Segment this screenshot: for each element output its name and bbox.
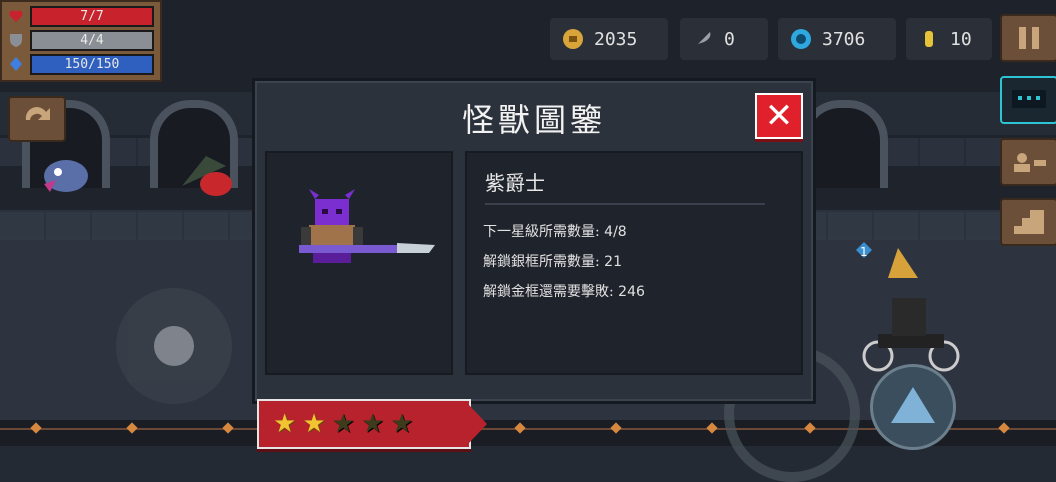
- movement-joystick[interactable]: [116, 288, 232, 404]
- row-value: 21: [604, 254, 622, 270]
- row-value: 246: [618, 284, 645, 300]
- feather-counter: 0: [680, 18, 768, 60]
- hp-bar: 7/7: [30, 6, 154, 27]
- monster-name: 紫爵士: [485, 171, 545, 195]
- hp-text: 7/7: [80, 9, 104, 24]
- row-value: 4/8: [604, 224, 627, 240]
- star-rating-ribbon: ★ ★ ★ ★ ★: [257, 399, 487, 449]
- gem-icon: [791, 29, 811, 49]
- row-label: 解鎖銀框所需數量:: [483, 254, 600, 270]
- skill-level-badge: 1: [860, 245, 868, 259]
- token-icon: [925, 31, 933, 47]
- token-value: 10: [950, 28, 972, 50]
- floor-ornament: [706, 422, 718, 434]
- star-icon: ★: [331, 409, 355, 439]
- heart-icon: [9, 10, 23, 22]
- purple-knight-sprite: [299, 189, 435, 263]
- fish-monster-sprite: [44, 160, 88, 192]
- feather-value: 0: [724, 28, 735, 50]
- star-icon: ★: [273, 409, 297, 439]
- energy-text: 150/150: [64, 57, 120, 72]
- player-character-sprite: 1: [856, 242, 960, 372]
- floor-ornament: [222, 422, 234, 434]
- row-label: 下一星級所需數量:: [483, 224, 600, 240]
- armor-bar: 4/4: [30, 30, 154, 51]
- swap-weapon-button[interactable]: [8, 96, 66, 142]
- chat-icon: [1012, 90, 1046, 108]
- floor-ornament: [126, 422, 138, 434]
- refresh-icon: [25, 107, 50, 120]
- energy-crystal-icon: [10, 57, 22, 71]
- close-icon: ✕: [764, 96, 794, 136]
- player-status-panel: 7/7 4/4 150/150: [0, 0, 162, 82]
- row-label: 解鎖金框還需要擊敗:: [483, 284, 614, 300]
- joystick-knob[interactable]: [154, 326, 194, 366]
- floor-ornament: [610, 422, 622, 434]
- gem-counter: 3706: [778, 18, 896, 60]
- star-icon: ★: [302, 409, 326, 439]
- gold-frame-row: 解鎖金框還需要擊敗: 246: [483, 281, 645, 301]
- next-star-row: 下一星級所需數量: 4/8: [483, 221, 627, 241]
- floor-ornament: [514, 422, 526, 434]
- profile-button[interactable]: [1000, 138, 1056, 186]
- monster-info-panel: 紫爵士 下一星級所需數量: 4/8 解鎖銀框所需數量: 21 解鎖金框還需要擊敗…: [465, 151, 803, 375]
- energy-bar: 150/150: [30, 54, 154, 75]
- stairs-icon: [1014, 210, 1044, 234]
- shield-icon: [10, 34, 22, 47]
- pause-icon: [1019, 27, 1039, 49]
- chat-button[interactable]: [1000, 76, 1056, 124]
- divider: [485, 203, 765, 205]
- feather-icon: [695, 32, 711, 47]
- token-counter: 10: [906, 18, 992, 60]
- gold-value: 2035: [594, 28, 638, 50]
- monster-portrait-panel: ★ ★ ★ ★ ★: [257, 151, 487, 449]
- floor-ornament: [30, 422, 42, 434]
- gold-counter: 2035: [550, 18, 668, 60]
- profile-card-icon: [1014, 153, 1046, 172]
- close-button[interactable]: ✕: [755, 93, 803, 139]
- dialog-title: 怪獸圖鑒: [461, 101, 606, 139]
- silver-frame-row: 解鎖銀框所需數量: 21: [483, 251, 622, 271]
- floor-ornament: [998, 422, 1010, 434]
- stairs-button[interactable]: [1000, 198, 1056, 246]
- star-icon: ★: [390, 409, 414, 439]
- gold-coin-icon: [563, 29, 583, 49]
- armor-text: 4/4: [80, 33, 104, 48]
- monster-codex-dialog: 怪獸圖鑒 ✕ ★ ★ ★ ★ ★ 紫爵士 下一星級所需數量: 4/8 解鎖銀框所…: [252, 78, 816, 449]
- character-skill-icon: [891, 387, 935, 423]
- crab-monster-sprite: [182, 156, 232, 196]
- pause-button[interactable]: [1000, 14, 1056, 62]
- gem-value: 3706: [822, 28, 866, 50]
- star-icon: ★: [360, 409, 385, 439]
